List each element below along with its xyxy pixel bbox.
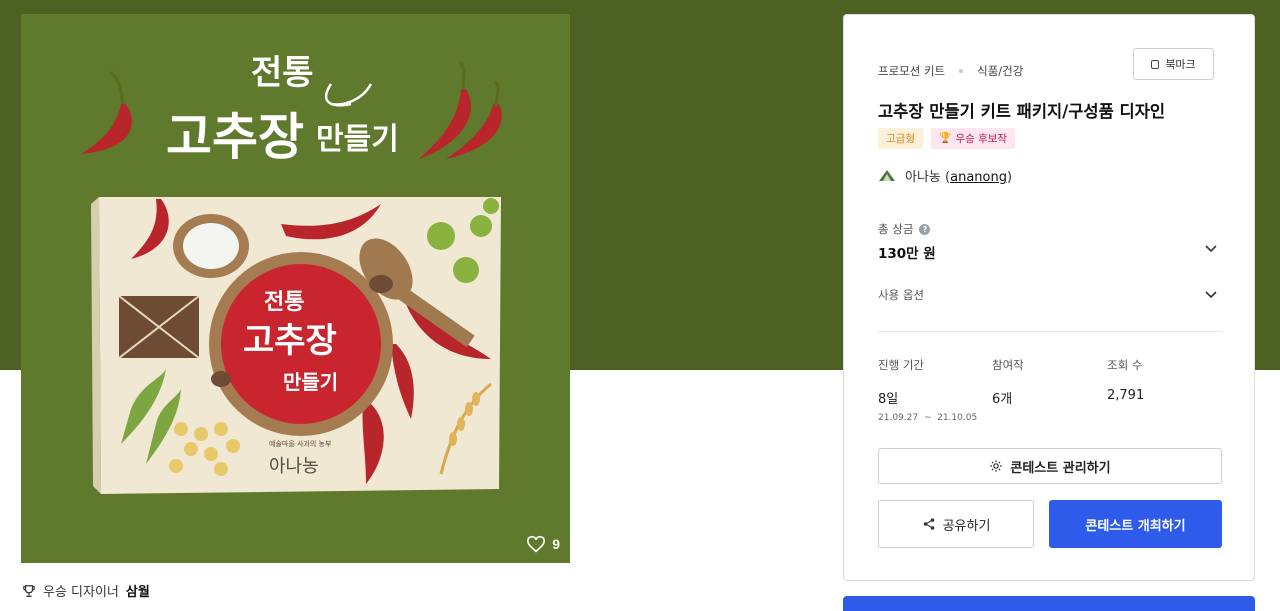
stat-views: 조회 수 2,791 (1107, 357, 1144, 403)
bookmark-icon (1151, 59, 1160, 69)
headline-top: 전통 (251, 53, 314, 93)
prize-expand-chevron-icon[interactable] (1204, 240, 1218, 254)
headline-main: 고추장 (166, 108, 304, 166)
package-box: 전통 고추장 만들기 예술마을 사과의 농부 아나농 (91, 197, 501, 494)
box-headline-sub: 만들기 (283, 370, 338, 394)
period-start: 21.09.27 (878, 413, 919, 423)
stat-participants-label: 참여작 (992, 358, 1024, 372)
usage-options-label: 사용 옵션 (878, 288, 924, 302)
host-contest-button[interactable]: 콘테스트 개최하기 (1049, 500, 1222, 548)
badge-group: 고급형 🏆 우승 후보작 (878, 128, 1016, 149)
trophy-icon: 🏆 (938, 133, 952, 144)
box-brand-text: 아나농 (269, 456, 319, 477)
organizer-handle-close: ) (1006, 170, 1013, 185)
winner-name[interactable]: 삼월 (126, 581, 150, 600)
winner-prefix: 우승 디자이너 (43, 585, 119, 600)
product-image[interactable]: 전통 고추장 만들기 전통 고추장 만들기 예술마을 사과의 농부 아나농 9 (21, 14, 570, 563)
breadcrumb: 프로모션 키트 식품/건강 (878, 63, 1023, 79)
candidate-badge-label: 우승 후보작 (955, 133, 1008, 145)
organizer[interactable]: 아나농 (ananong) (878, 166, 1012, 185)
product-illustration: 전통 고추장 만들기 전통 고추장 만들기 예술마을 사과의 농부 아나농 (21, 14, 570, 563)
heart-icon (527, 535, 546, 553)
like-button[interactable]: 9 (526, 535, 560, 553)
stat-period: 진행 기간 8일 21.09.27 ~ 21.10.05 (878, 357, 977, 423)
stat-period-label: 진행 기간 (878, 358, 924, 372)
share-icon (923, 518, 934, 530)
manage-contest-label: 콘테스트 관리하기 (1010, 460, 1111, 476)
bookmark-label: 북마크 (1165, 58, 1196, 71)
winner-designer: 우승 디자이너 삼월 (22, 581, 150, 600)
organizer-logo-icon (879, 169, 895, 181)
prize-value: 130만 원 (878, 246, 936, 262)
period-end: 21.10.05 (937, 413, 978, 423)
breadcrumb-item-subcategory[interactable]: 식품/건강 (977, 63, 1023, 79)
stat-participants: 참여작 6개 (992, 357, 1024, 407)
stat-views-label: 조회 수 (1107, 358, 1143, 372)
prize-label: 총 상금 ? (878, 221, 931, 237)
usage-expand-chevron-icon[interactable] (1204, 286, 1218, 300)
period-separator: ~ (923, 413, 932, 423)
stat-period-value: 8일 (878, 392, 899, 407)
help-icon[interactable]: ? (919, 223, 931, 235)
gear-icon (990, 460, 1003, 472)
bottom-action-bar[interactable] (843, 596, 1255, 611)
share-button[interactable]: 공유하기 (878, 500, 1034, 548)
box-small-text: 예술마을 사과의 농부 (269, 439, 332, 448)
share-label: 공유하기 (942, 518, 991, 534)
contest-info-card: 프로모션 키트 식품/건강 북마크 고추장 만들기 키트 패키지/구성품 디자인… (843, 14, 1255, 581)
bookmark-button[interactable]: 북마크 (1133, 48, 1214, 80)
prize-label-text: 총 상금 (878, 222, 914, 236)
stat-period-dates: 21.09.27 ~ 21.10.05 (878, 413, 977, 423)
organizer-handle[interactable]: ananong (950, 170, 1007, 185)
breadcrumb-separator (959, 69, 964, 73)
stat-participants-value: 6개 (992, 392, 1013, 407)
like-count: 9 (552, 536, 560, 552)
organizer-name: 아나농 (905, 170, 941, 185)
trophy-icon (23, 584, 35, 597)
host-contest-label: 콘테스트 개최하기 (1085, 518, 1186, 534)
candidate-badge: 🏆 우승 후보작 (930, 128, 1016, 149)
premium-badge: 고급형 (878, 128, 923, 149)
manage-contest-button[interactable]: 콘테스트 관리하기 (878, 448, 1222, 484)
divider (878, 331, 1222, 332)
box-headline-top: 전통 (264, 290, 304, 315)
stat-views-value: 2,791 (1107, 388, 1145, 403)
box-headline-main: 고추장 (243, 321, 337, 361)
headline-sub: 만들기 (316, 122, 399, 157)
contest-title: 고추장 만들기 키트 패키지/구성품 디자인 (878, 102, 1166, 121)
breadcrumb-item-category[interactable]: 프로모션 키트 (878, 63, 945, 79)
